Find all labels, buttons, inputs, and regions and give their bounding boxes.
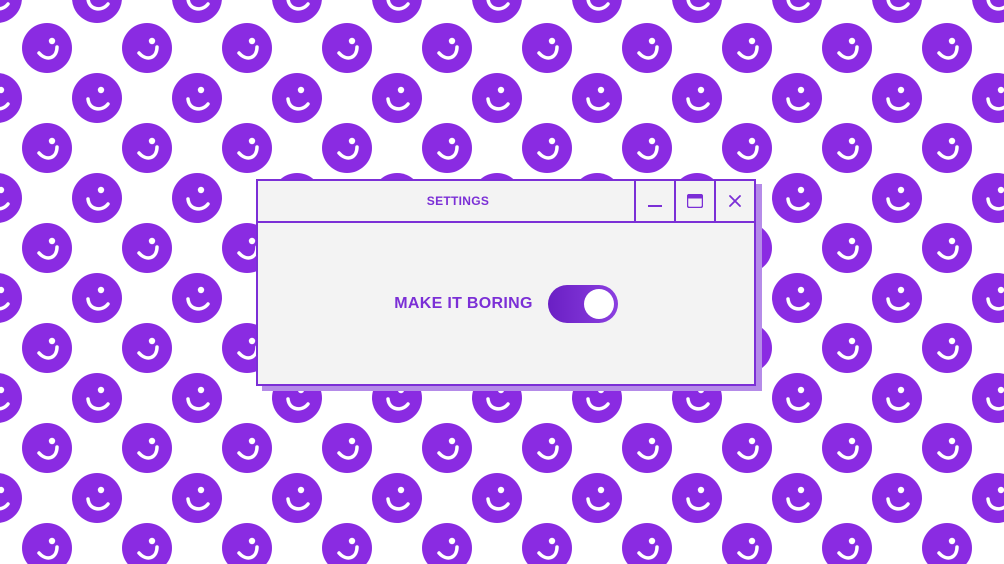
minimize-button[interactable] (634, 181, 674, 221)
close-button[interactable] (714, 181, 754, 221)
toggle-knob[interactable] (583, 288, 614, 319)
close-icon (729, 195, 741, 207)
maximize-button[interactable] (674, 181, 714, 221)
make-it-boring-label: MAKE IT BORING (394, 294, 533, 312)
make-it-boring-toggle[interactable] (547, 284, 618, 323)
window-title-text: SETTINGS (426, 194, 490, 208)
settings-content: MAKE IT BORING (258, 223, 754, 384)
minimize-icon (648, 205, 662, 207)
settings-window: SETTINGS MAKE IT BORING (256, 179, 756, 386)
maximize-icon (687, 194, 703, 208)
window-titlebar[interactable]: SETTINGS (258, 181, 754, 223)
window-title: SETTINGS (258, 181, 634, 221)
